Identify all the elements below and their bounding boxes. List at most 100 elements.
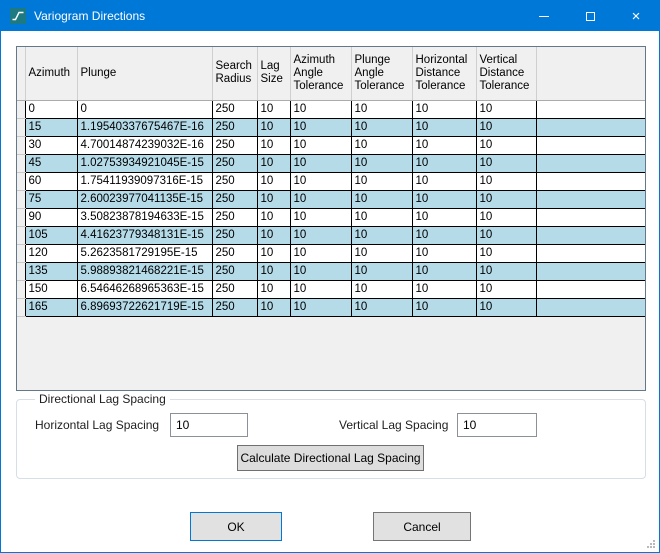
table-cell[interactable]: 135 bbox=[25, 262, 77, 280]
table-cell[interactable]: 10 bbox=[412, 118, 476, 136]
table-cell[interactable]: 10 bbox=[351, 208, 412, 226]
table-cell[interactable]: 0 bbox=[77, 100, 212, 118]
table-cell[interactable]: 10 bbox=[351, 280, 412, 298]
table-cell[interactable]: 250 bbox=[212, 280, 257, 298]
table-cell[interactable]: 10 bbox=[351, 100, 412, 118]
table-cell[interactable]: 250 bbox=[212, 298, 257, 316]
table-cell[interactable]: 10 bbox=[476, 280, 536, 298]
table-cell[interactable]: 10 bbox=[412, 154, 476, 172]
table-cell[interactable]: 10 bbox=[476, 226, 536, 244]
table-cell[interactable] bbox=[536, 298, 645, 316]
table-cell[interactable]: 2.60023977041135E-15 bbox=[77, 190, 212, 208]
table-cell[interactable]: 45 bbox=[25, 154, 77, 172]
table-cell[interactable]: 10 bbox=[351, 298, 412, 316]
titlebar[interactable]: Variogram Directions × bbox=[1, 1, 659, 31]
table-cell[interactable]: 250 bbox=[212, 100, 257, 118]
calculate-directional-lag-spacing-button[interactable]: Calculate Directional Lag Spacing bbox=[237, 445, 424, 471]
variogram-directions-grid[interactable]: AzimuthPlungeSearch RadiusLag SizeAzimut… bbox=[16, 46, 646, 391]
table-cell[interactable]: 10 bbox=[412, 208, 476, 226]
table-cell[interactable]: 10 bbox=[290, 244, 351, 262]
table-cell[interactable]: 10 bbox=[476, 190, 536, 208]
table-cell[interactable] bbox=[536, 280, 645, 298]
table-cell[interactable]: 10 bbox=[290, 136, 351, 154]
table-cell[interactable]: 10 bbox=[257, 262, 290, 280]
table-cell[interactable]: 1.19540337675467E-16 bbox=[77, 118, 212, 136]
table-cell[interactable]: 105 bbox=[25, 226, 77, 244]
row-selector[interactable] bbox=[17, 262, 25, 280]
minimize-button[interactable] bbox=[521, 1, 567, 31]
table-cell[interactable]: 10 bbox=[257, 280, 290, 298]
table-cell[interactable]: 10 bbox=[351, 118, 412, 136]
table-cell[interactable]: 10 bbox=[290, 190, 351, 208]
table-cell[interactable]: 10 bbox=[290, 262, 351, 280]
row-selector[interactable] bbox=[17, 100, 25, 118]
table-cell[interactable]: 75 bbox=[25, 190, 77, 208]
column-header-vertical-distance-tolerance[interactable]: Vertical Distance Tolerance bbox=[476, 47, 536, 100]
table-cell[interactable]: 10 bbox=[290, 118, 351, 136]
table-cell[interactable]: 10 bbox=[412, 244, 476, 262]
table-cell[interactable]: 10 bbox=[476, 136, 536, 154]
table-cell[interactable]: 5.2623581729195E-15 bbox=[77, 244, 212, 262]
table-cell[interactable]: 4.70014874239032E-16 bbox=[77, 136, 212, 154]
table-cell[interactable]: 10 bbox=[412, 298, 476, 316]
table-cell[interactable]: 10 bbox=[351, 244, 412, 262]
table-cell[interactable]: 250 bbox=[212, 172, 257, 190]
column-header-search-radius[interactable]: Search Radius bbox=[212, 47, 257, 100]
table-cell[interactable]: 6.54646268965363E-15 bbox=[77, 280, 212, 298]
table-cell[interactable]: 10 bbox=[290, 172, 351, 190]
row-selector[interactable] bbox=[17, 118, 25, 136]
table-cell[interactable]: 10 bbox=[476, 100, 536, 118]
table-cell[interactable]: 150 bbox=[25, 280, 77, 298]
table-cell[interactable]: 10 bbox=[351, 154, 412, 172]
table-cell[interactable]: 10 bbox=[351, 262, 412, 280]
table-cell[interactable]: 10 bbox=[412, 100, 476, 118]
table-cell[interactable]: 1.75411939097316E-15 bbox=[77, 172, 212, 190]
table-cell[interactable]: 10 bbox=[476, 208, 536, 226]
column-header-corner[interactable] bbox=[17, 47, 25, 100]
table-cell[interactable] bbox=[536, 172, 645, 190]
table-cell[interactable]: 10 bbox=[290, 208, 351, 226]
column-header-azimuth[interactable]: Azimuth bbox=[25, 47, 77, 100]
table-cell[interactable]: 10 bbox=[257, 100, 290, 118]
table-cell[interactable] bbox=[536, 136, 645, 154]
table-cell[interactable]: 4.41623779348131E-15 bbox=[77, 226, 212, 244]
table-cell[interactable]: 10 bbox=[257, 298, 290, 316]
cancel-button[interactable]: Cancel bbox=[373, 512, 471, 541]
table-cell[interactable]: 30 bbox=[25, 136, 77, 154]
table-cell[interactable] bbox=[536, 100, 645, 118]
table-cell[interactable]: 6.89693722621719E-15 bbox=[77, 298, 212, 316]
table-cell[interactable]: 10 bbox=[257, 208, 290, 226]
table-cell[interactable]: 10 bbox=[290, 298, 351, 316]
table-cell[interactable]: 165 bbox=[25, 298, 77, 316]
row-selector[interactable] bbox=[17, 226, 25, 244]
table-cell[interactable]: 250 bbox=[212, 226, 257, 244]
table-cell[interactable]: 250 bbox=[212, 244, 257, 262]
table-cell[interactable]: 10 bbox=[412, 190, 476, 208]
table-cell[interactable]: 60 bbox=[25, 172, 77, 190]
table-cell[interactable]: 10 bbox=[476, 154, 536, 172]
column-header-empty[interactable] bbox=[536, 47, 645, 100]
table-cell[interactable]: 250 bbox=[212, 136, 257, 154]
table-cell[interactable]: 10 bbox=[257, 172, 290, 190]
row-selector[interactable] bbox=[17, 298, 25, 316]
table-cell[interactable]: 10 bbox=[412, 280, 476, 298]
row-selector[interactable] bbox=[17, 244, 25, 262]
table-cell[interactable]: 10 bbox=[257, 136, 290, 154]
table-cell[interactable]: 10 bbox=[476, 244, 536, 262]
maximize-button[interactable] bbox=[567, 1, 613, 31]
table-cell[interactable]: 250 bbox=[212, 118, 257, 136]
table-cell[interactable] bbox=[536, 118, 645, 136]
table-cell[interactable]: 10 bbox=[290, 154, 351, 172]
table-cell[interactable]: 250 bbox=[212, 208, 257, 226]
table-cell[interactable]: 10 bbox=[257, 226, 290, 244]
table-cell[interactable]: 5.98893821468221E-15 bbox=[77, 262, 212, 280]
table-cell[interactable]: 10 bbox=[476, 298, 536, 316]
resize-grip[interactable] bbox=[653, 546, 655, 548]
column-header-azimuth-angle-tolerance[interactable]: Azimuth Angle Tolerance bbox=[290, 47, 351, 100]
table-cell[interactable]: 10 bbox=[476, 262, 536, 280]
table-cell[interactable]: 10 bbox=[290, 226, 351, 244]
table-cell[interactable]: 3.50823878194633E-15 bbox=[77, 208, 212, 226]
table-cell[interactable] bbox=[536, 208, 645, 226]
row-selector[interactable] bbox=[17, 154, 25, 172]
close-button[interactable]: × bbox=[613, 1, 659, 31]
